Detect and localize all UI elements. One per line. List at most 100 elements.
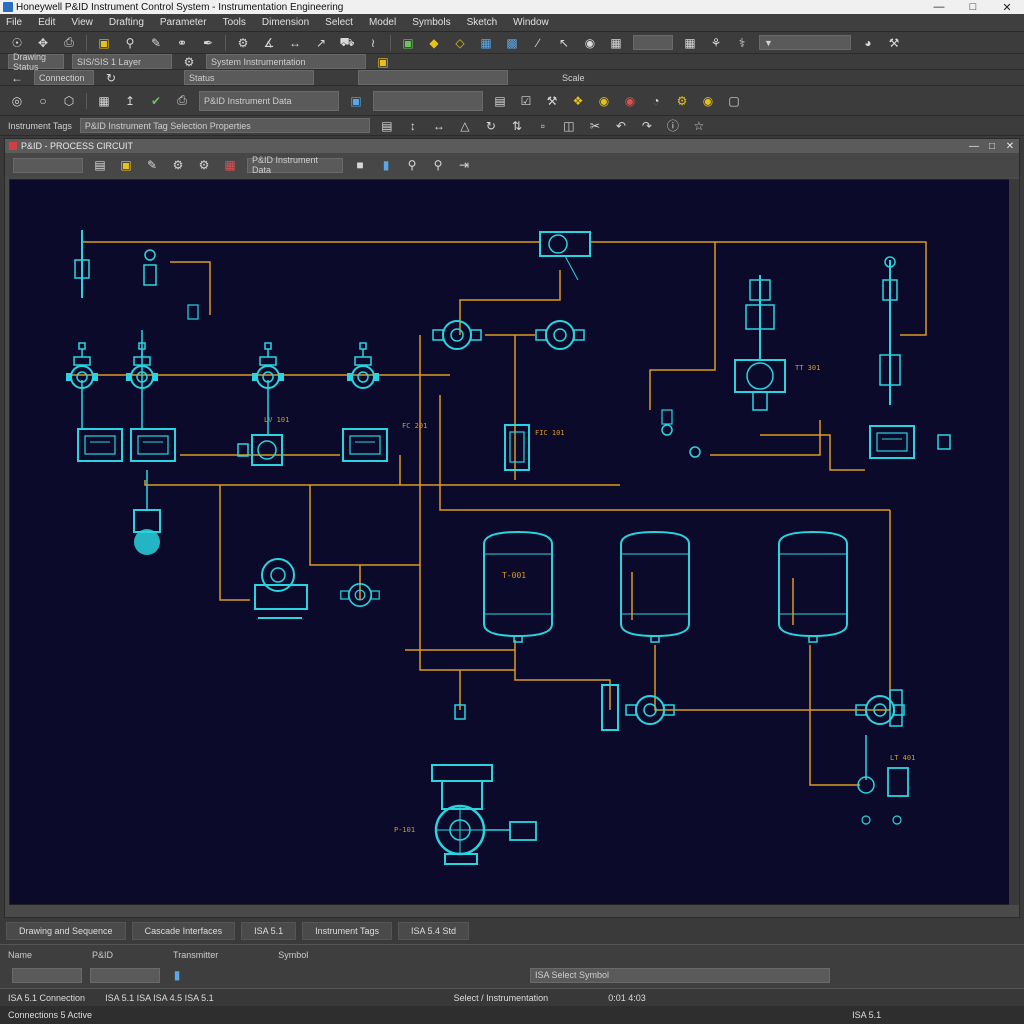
- tools-icon[interactable]: ⚒: [542, 91, 562, 111]
- menu-parameter[interactable]: Parameter: [160, 17, 207, 28]
- instrument-select-combo[interactable]: [373, 90, 483, 111]
- globe-icon[interactable]: ◕: [858, 33, 878, 53]
- image-icon[interactable]: ▣: [346, 91, 366, 111]
- target-icon[interactable]: ◎: [7, 91, 27, 111]
- menu-window[interactable]: Window: [513, 17, 549, 28]
- select-icon[interactable]: ▣: [94, 33, 114, 53]
- tab-isa-51[interactable]: ISA 5.1: [241, 922, 297, 940]
- star-icon[interactable]: ☆: [689, 116, 709, 136]
- valve-assembly-right[interactable]: [869, 256, 951, 459]
- grid-icon[interactable]: ▩: [502, 33, 522, 53]
- prop-symbol-combo[interactable]: ISA Select Symbol: [530, 967, 830, 983]
- layer-icon[interactable]: ▦: [476, 33, 496, 53]
- doc-restore-button[interactable]: □: [983, 141, 1001, 152]
- doc-close-button[interactable]: ✕: [1001, 141, 1019, 152]
- doc-settings-icon[interactable]: ⚙: [168, 155, 188, 175]
- tag-selection-combo[interactable]: P&ID Instrument Tag Selection Properties: [79, 118, 370, 133]
- menu-model[interactable]: Model: [369, 17, 396, 28]
- undo-icon[interactable]: ↶: [611, 116, 631, 136]
- prop-bar-icon[interactable]: ▮: [167, 967, 187, 983]
- check-list-icon[interactable]: ☑: [516, 91, 536, 111]
- wrench-icon[interactable]: ⚒: [884, 33, 904, 53]
- instrument-icon[interactable]: ◉: [698, 91, 718, 111]
- layer-combo[interactable]: SIS/SIS 1 Layer: [72, 54, 172, 69]
- dimension-icon[interactable]: ↔: [285, 33, 305, 53]
- doc-find-icon[interactable]: ⚲: [428, 155, 448, 175]
- pump-icon[interactable]: ⚙: [672, 91, 692, 111]
- back-icon[interactable]: ←: [7, 71, 27, 85]
- camera-icon[interactable]: ◉: [580, 33, 600, 53]
- rotate-icon[interactable]: ↻: [481, 116, 501, 136]
- drawing-canvas[interactable]: LV 101 FC 201 TT 301 FIC 101 T-001 P-101…: [9, 179, 1013, 905]
- valve-assembly-mid[interactable]: LV 101 FC 201: [237, 342, 427, 466]
- pen-icon[interactable]: ✎: [146, 33, 166, 53]
- copy-icon[interactable]: ▫: [533, 116, 553, 136]
- info-icon[interactable]: ⓘ: [663, 116, 683, 136]
- pump-assembly-mid[interactable]: [601, 684, 905, 731]
- doc-gear-icon[interactable]: ⚙: [194, 155, 214, 175]
- tank-1[interactable]: T-001: [483, 531, 553, 643]
- calc-icon[interactable]: ▦: [606, 33, 626, 53]
- up-arrow-icon[interactable]: ↥: [120, 91, 140, 111]
- snap-icon[interactable]: ⚙: [233, 33, 253, 53]
- tab-isa-54[interactable]: ISA 5.4 Std: [398, 922, 470, 940]
- level-transmitter[interactable]: FIC 101: [504, 409, 701, 471]
- main-pump[interactable]: P-101: [394, 704, 537, 865]
- view-combo[interactable]: [633, 35, 673, 50]
- doc-grid-icon[interactable]: ▦: [220, 155, 240, 175]
- menu-file[interactable]: File: [6, 17, 22, 28]
- hexagon-icon[interactable]: ⬡: [59, 91, 79, 111]
- triangle-icon[interactable]: △: [455, 116, 475, 136]
- vertical-scrollbar[interactable]: [1009, 179, 1019, 905]
- instrument-group-lower-right[interactable]: LT 401: [857, 735, 915, 825]
- cut-icon[interactable]: ✂: [585, 116, 605, 136]
- prop-name-combo[interactable]: [12, 967, 82, 983]
- sensor-icon[interactable]: ◉: [594, 91, 614, 111]
- doc-pencil-icon[interactable]: ✎: [142, 155, 162, 175]
- misc-icon[interactable]: ▢: [724, 91, 744, 111]
- link-icon[interactable]: ⚭: [172, 33, 192, 53]
- check-icon[interactable]: ✔: [146, 91, 166, 111]
- lock-icon[interactable]: ▣: [398, 33, 418, 53]
- doc-tag-icon[interactable]: ▣: [116, 155, 136, 175]
- menu-tools[interactable]: Tools: [223, 17, 246, 28]
- chart-icon[interactable]: ▤: [490, 91, 510, 111]
- menu-sketch[interactable]: Sketch: [467, 17, 498, 28]
- move-h-icon[interactable]: ↔: [429, 116, 449, 136]
- tank-2[interactable]: [620, 531, 690, 643]
- branch-icon[interactable]: ⚕: [732, 33, 752, 53]
- menu-dimension[interactable]: Dimension: [262, 17, 309, 28]
- tab-drawing-sequence[interactable]: Drawing and Sequence: [6, 922, 126, 940]
- doc-view-combo[interactable]: [13, 157, 83, 173]
- filter-combo[interactable]: [358, 70, 508, 85]
- draw-icon[interactable]: ✒: [198, 33, 218, 53]
- line-icon[interactable]: ∕: [528, 33, 548, 53]
- doc-lock-icon[interactable]: ■: [350, 155, 370, 175]
- valve-icon[interactable]: ❖: [568, 91, 588, 111]
- measure-icon[interactable]: ∡: [259, 33, 279, 53]
- alarm-icon[interactable]: ◉: [620, 91, 640, 111]
- table-icon[interactable]: ▦: [680, 33, 700, 53]
- settings-icon[interactable]: ⚙: [179, 55, 199, 69]
- doc-instrument-combo[interactable]: P&ID Instrument Data: [247, 155, 343, 175]
- drawing-status-combo[interactable]: Drawing Status: [8, 52, 64, 72]
- maximize-button[interactable]: □: [956, 1, 990, 14]
- gauge-icon[interactable]: ◔: [646, 91, 666, 111]
- menu-edit[interactable]: Edit: [38, 17, 55, 28]
- close-button[interactable]: ✕: [990, 1, 1024, 14]
- vehicle-icon[interactable]: ⛟: [337, 33, 357, 53]
- tank-3[interactable]: [778, 531, 848, 643]
- move-icon[interactable]: ✥: [33, 33, 53, 53]
- doc-export-icon[interactable]: ⇥: [454, 155, 474, 175]
- system-combo[interactable]: System Instrumentation: [206, 54, 366, 69]
- book-icon[interactable]: ▦: [94, 91, 114, 111]
- arrow-icon[interactable]: ↗: [311, 33, 331, 53]
- doc-page-icon[interactable]: ▤: [90, 155, 110, 175]
- pump-assembly-top[interactable]: [432, 231, 591, 350]
- status-combo[interactable]: Status: [184, 70, 314, 85]
- flip-icon[interactable]: ⇅: [507, 116, 527, 136]
- curve-icon[interactable]: ≀: [363, 33, 383, 53]
- style-combo[interactable]: ▼: [759, 35, 851, 50]
- pin-icon[interactable]: ☉: [7, 33, 27, 53]
- printer-icon[interactable]: ⎙: [172, 91, 192, 111]
